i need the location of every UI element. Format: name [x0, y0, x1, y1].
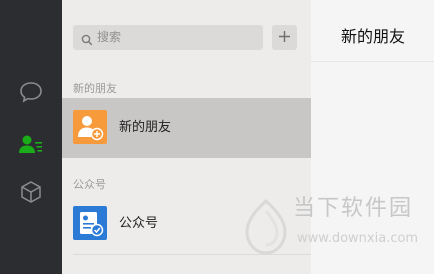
- search-input[interactable]: 搜索: [73, 25, 263, 50]
- list-item-new-friends[interactable]: 新的朋友: [62, 98, 311, 158]
- list-item-label: 公众号: [119, 216, 159, 231]
- section-header-new-friends: 新的朋友: [73, 82, 117, 95]
- cube-icon[interactable]: [17, 178, 45, 206]
- contacts-icon[interactable]: [17, 130, 45, 158]
- new-friend-icon: [73, 110, 107, 144]
- search-icon: [81, 31, 93, 50]
- watermark: 当下软件园 www.downxia.com: [239, 193, 434, 274]
- section-header-official-accounts: 公众号: [73, 178, 106, 191]
- watermark-text: 当下软件园: [293, 196, 414, 221]
- add-button[interactable]: [272, 25, 297, 50]
- chat-bubble-icon[interactable]: [17, 78, 45, 106]
- watermark-url: www.downxia.com: [297, 231, 419, 246]
- official-account-icon: [73, 206, 107, 240]
- nav-sidebar: [0, 0, 62, 274]
- list-item-label: 新的朋友: [119, 120, 172, 135]
- plus-icon: [278, 28, 291, 47]
- detail-header: 新的朋友: [311, 0, 434, 62]
- page-title: 新的朋友: [341, 27, 406, 46]
- search-placeholder: 搜索: [97, 30, 122, 44]
- watermark-logo-icon: [245, 199, 287, 255]
